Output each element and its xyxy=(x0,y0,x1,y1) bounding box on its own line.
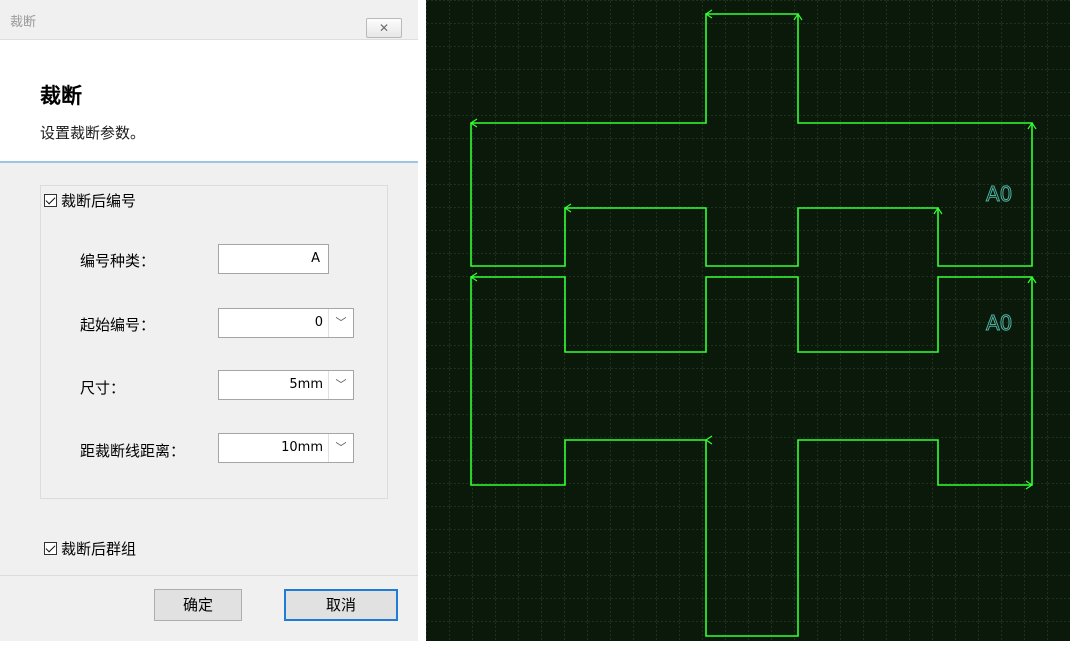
chevron-down-icon[interactable]: ﹀ xyxy=(328,434,353,462)
dialog-header: 裁断 设置裁断参数。 xyxy=(0,40,418,161)
dialog-footer: 确定 取消 xyxy=(0,575,418,641)
checkbox-checked-icon xyxy=(44,542,57,555)
size-select[interactable]: 5mm ﹀ xyxy=(218,370,354,400)
checkbox-checked-icon xyxy=(44,194,57,207)
group-after-cut-checkbox[interactable]: 裁断后群组 xyxy=(44,538,136,559)
distance-label: 距裁断线距离： xyxy=(80,442,186,460)
distance-value: 10mm xyxy=(281,440,323,455)
distance-select[interactable]: 10mm ﹀ xyxy=(218,433,354,463)
cancel-button[interactable]: 取消 xyxy=(284,589,398,621)
number-after-cut-checkbox[interactable]: 裁断后编号 xyxy=(44,190,136,211)
close-button[interactable]: ✕ xyxy=(366,18,402,38)
cut-label-top: A0 xyxy=(986,182,1012,206)
number-type-value: A xyxy=(311,251,320,266)
chevron-down-icon[interactable]: ﹀ xyxy=(328,371,353,399)
number-after-cut-label: 裁断后编号 xyxy=(61,192,137,210)
ok-button[interactable]: 确定 xyxy=(154,589,242,621)
size-label: 尺寸： xyxy=(80,379,126,397)
page-subtitle: 设置裁断参数。 xyxy=(40,124,146,142)
panel-gap xyxy=(418,0,426,641)
title-bar: 裁断 ✕ xyxy=(0,0,418,40)
page-title: 裁断 xyxy=(40,84,82,108)
grid-background xyxy=(426,0,1070,641)
number-type-input[interactable]: A xyxy=(218,244,329,274)
number-type-label: 编号种类： xyxy=(80,252,156,270)
start-number-label: 起始编号： xyxy=(80,316,156,334)
window-title: 裁断 xyxy=(10,15,37,30)
start-number-select[interactable]: 0 ﹀ xyxy=(218,308,354,338)
close-icon: ✕ xyxy=(378,21,390,35)
size-value: 5mm xyxy=(289,377,323,392)
chevron-down-icon[interactable]: ﹀ xyxy=(328,309,353,337)
cut-label-bottom: A0 xyxy=(986,311,1012,335)
group-after-cut-label: 裁断后群组 xyxy=(61,540,137,558)
dialog-body: 裁断后编号 编号种类： A 起始编号： 0 ﹀ 尺寸： 5mm ﹀ 距裁断线距离… xyxy=(0,163,418,575)
cut-preview-canvas[interactable]: A0 A0 xyxy=(426,0,1070,641)
cut-dialog: 裁断 ✕ 裁断 设置裁断参数。 裁断后编号 编号种类： A 起始编号： 0 ﹀ … xyxy=(0,0,418,641)
start-number-value: 0 xyxy=(314,315,323,330)
canvas-svg: A0 A0 xyxy=(426,0,1070,641)
